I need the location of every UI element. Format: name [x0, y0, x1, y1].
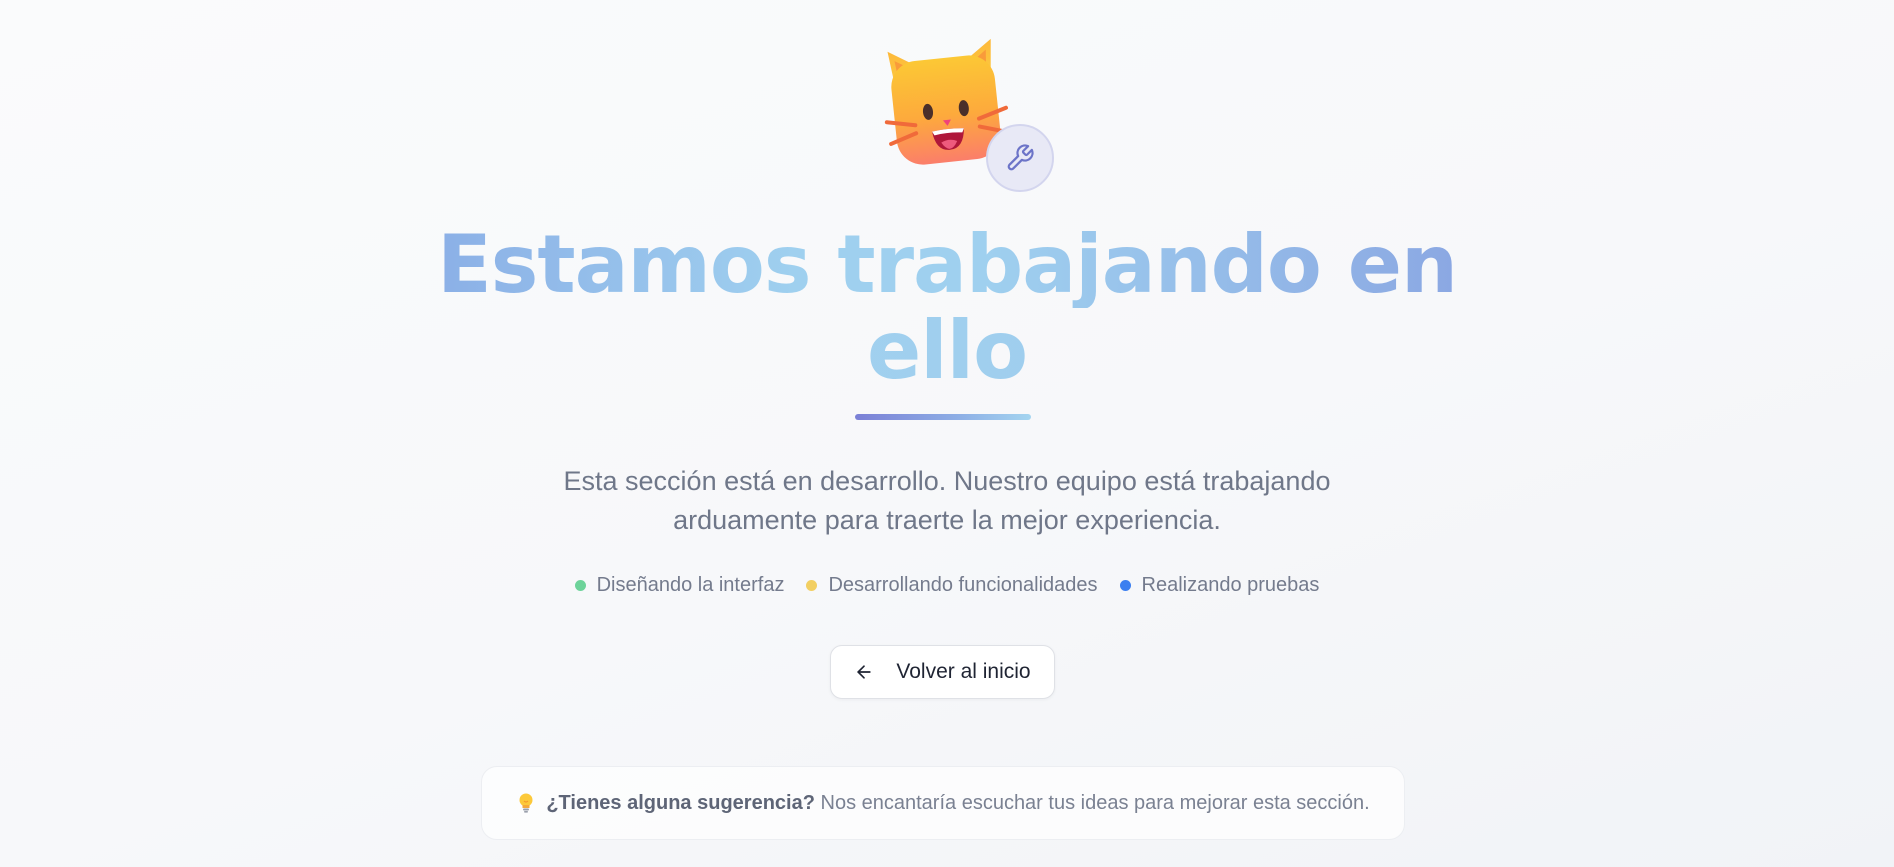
wrench-icon	[1007, 144, 1034, 171]
suggestion-card: ¿Tienes alguna sugerencia? Nos encantarí…	[481, 766, 1405, 840]
status-item-design: Diseñando la interfaz	[574, 574, 785, 597]
page: Estamos trabajando en ello Esta sección …	[0, 0, 1894, 867]
description-line-1: Esta sección está en desarrollo. Nuestro…	[563, 466, 1331, 496]
suggestion-text: ¿Tienes alguna sugerencia? Nos encantarí…	[546, 792, 1369, 815]
title-word-estamos: Estamos	[437, 218, 811, 311]
status-label: Desarrollando funcionalidades	[828, 574, 1098, 596]
back-to-home-button[interactable]: Volver al inicio	[830, 645, 1055, 699]
title-word-ello: ello	[0, 308, 1894, 394]
status-dot-blue	[1119, 580, 1131, 591]
status-label: Diseñando la interfaz	[596, 574, 785, 596]
status-dot-green	[574, 580, 586, 591]
suggestion-body: Nos encantaría escuchar tus ideas para m…	[820, 791, 1370, 814]
status-label: Realizando pruebas	[1141, 574, 1320, 596]
page-description: Esta sección está en desarrollo. Nuestro…	[0, 462, 1894, 540]
description-line-2: arduamente para traerte la mejor experie…	[673, 505, 1221, 535]
tool-badge	[986, 124, 1054, 192]
status-dot-yellow	[806, 580, 818, 591]
title-underline	[855, 414, 1031, 420]
hero-illustration	[876, 36, 1058, 196]
arrow-left-icon	[857, 665, 872, 679]
status-item-testing: Realizando pruebas	[1119, 574, 1320, 597]
light-bulb-icon	[519, 793, 533, 813]
suggestion-heading: ¿Tienes alguna sugerencia?	[546, 791, 815, 814]
page-title: Estamos trabajando en ello	[0, 222, 1894, 394]
title-word-trabajando: trabajando en	[837, 218, 1457, 311]
back-button-label: Volver al inicio	[896, 660, 1031, 683]
progress-status-list: Diseñando la interfaz Desarrollando func…	[0, 574, 1894, 597]
status-item-development: Desarrollando funcionalidades	[806, 574, 1098, 597]
